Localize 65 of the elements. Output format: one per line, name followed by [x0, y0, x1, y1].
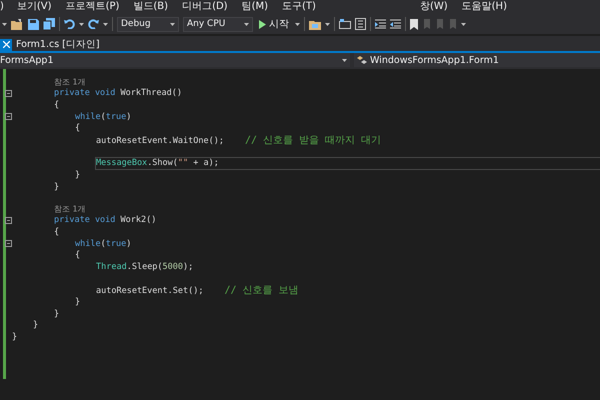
caret-icon[interactable]	[295, 22, 300, 26]
browser-icon[interactable]	[309, 18, 321, 30]
code-line: }	[54, 182, 60, 193]
class-icon	[357, 56, 367, 64]
bookmark-next-icon	[435, 18, 444, 30]
menu-item[interactable]: )	[0, 1, 10, 13]
save-all-icon[interactable]	[43, 18, 55, 30]
code-line: private void WorkThread()	[54, 88, 182, 100]
code-line: }	[75, 297, 80, 308]
bookmark-clear-icon	[448, 18, 457, 30]
caret-icon[interactable]	[79, 22, 84, 26]
caret-icon[interactable]	[461, 22, 466, 26]
code-line: }	[12, 332, 18, 344]
platform-dropdown[interactable]: Any CPU	[183, 16, 253, 32]
reference-count[interactable]: 참조 1개	[54, 79, 86, 87]
folder-icon[interactable]	[11, 18, 24, 30]
menu-item[interactable]: 프로젝트(P)	[58, 1, 126, 13]
menu-item[interactable]: 도움말(H)	[454, 1, 514, 13]
outdent-icon[interactable]	[375, 19, 386, 29]
menu-item[interactable]: 디버그(D)	[175, 1, 235, 13]
code-line: autoResetEvent.WaitOne(); // 신호를 받을 때까지 대기	[96, 134, 382, 147]
menu-item[interactable]: 빌드(B)	[126, 1, 176, 13]
document-icon[interactable]	[355, 18, 366, 30]
collapse-icon[interactable]	[5, 240, 12, 248]
bookmark-icon[interactable]	[410, 18, 418, 30]
code-line: autoResetEvent.Set(); // 신호를 보냄	[96, 284, 299, 297]
menu-item[interactable]: 팀(M)	[234, 1, 276, 13]
menu-item[interactable]: 보기(V)	[10, 1, 59, 13]
redo-icon[interactable]	[88, 19, 99, 29]
caret-icon	[170, 22, 175, 26]
code-line: private void Work2()	[54, 215, 156, 226]
code-line: {	[75, 250, 80, 262]
code-line: }	[75, 170, 80, 182]
code-line: {	[75, 123, 80, 134]
code-line: while(true)	[75, 112, 132, 123]
code-line: Thread.Sleep(5000);	[96, 262, 194, 273]
close-icon[interactable]	[0, 38, 12, 50]
collapse-icon[interactable]	[5, 216, 12, 224]
project-dropdown[interactable]: FormsApp1	[0, 53, 350, 67]
code-line: }	[54, 308, 60, 320]
caret-icon	[244, 22, 249, 26]
menu-item[interactable]: 도구(T)	[275, 1, 323, 13]
bookmark-previous-icon	[422, 18, 431, 30]
start-button[interactable]: 시작	[257, 17, 291, 31]
collapse-icon[interactable]	[5, 113, 12, 120]
play-icon	[259, 20, 266, 28]
window-icon[interactable]	[339, 19, 351, 29]
collapse-icon[interactable]	[5, 90, 12, 97]
caret-icon	[342, 58, 347, 62]
caret-icon[interactable]	[325, 22, 330, 26]
save-icon[interactable]	[28, 18, 39, 30]
type-dropdown[interactable]: WindowsFormsApp1.Form1	[354, 53, 600, 67]
code-line: {	[54, 100, 60, 112]
caret-icon[interactable]	[103, 22, 108, 26]
document-tab[interactable]: Form1.cs [디자인]	[0, 38, 106, 51]
indent-icon[interactable]	[390, 19, 401, 29]
reference-count[interactable]: 참조 1개	[54, 206, 86, 214]
menu-item[interactable]: 창(W)	[412, 1, 455, 13]
undo-icon[interactable]	[64, 19, 75, 29]
code-line: MessageBox.Show("" + a);	[96, 158, 600, 170]
code-line: {	[54, 226, 60, 238]
configuration-dropdown[interactable]: Debug	[117, 16, 179, 32]
code-line: while(true)	[75, 238, 132, 250]
code-line: }	[33, 320, 38, 332]
caret-icon[interactable]	[2, 22, 7, 26]
